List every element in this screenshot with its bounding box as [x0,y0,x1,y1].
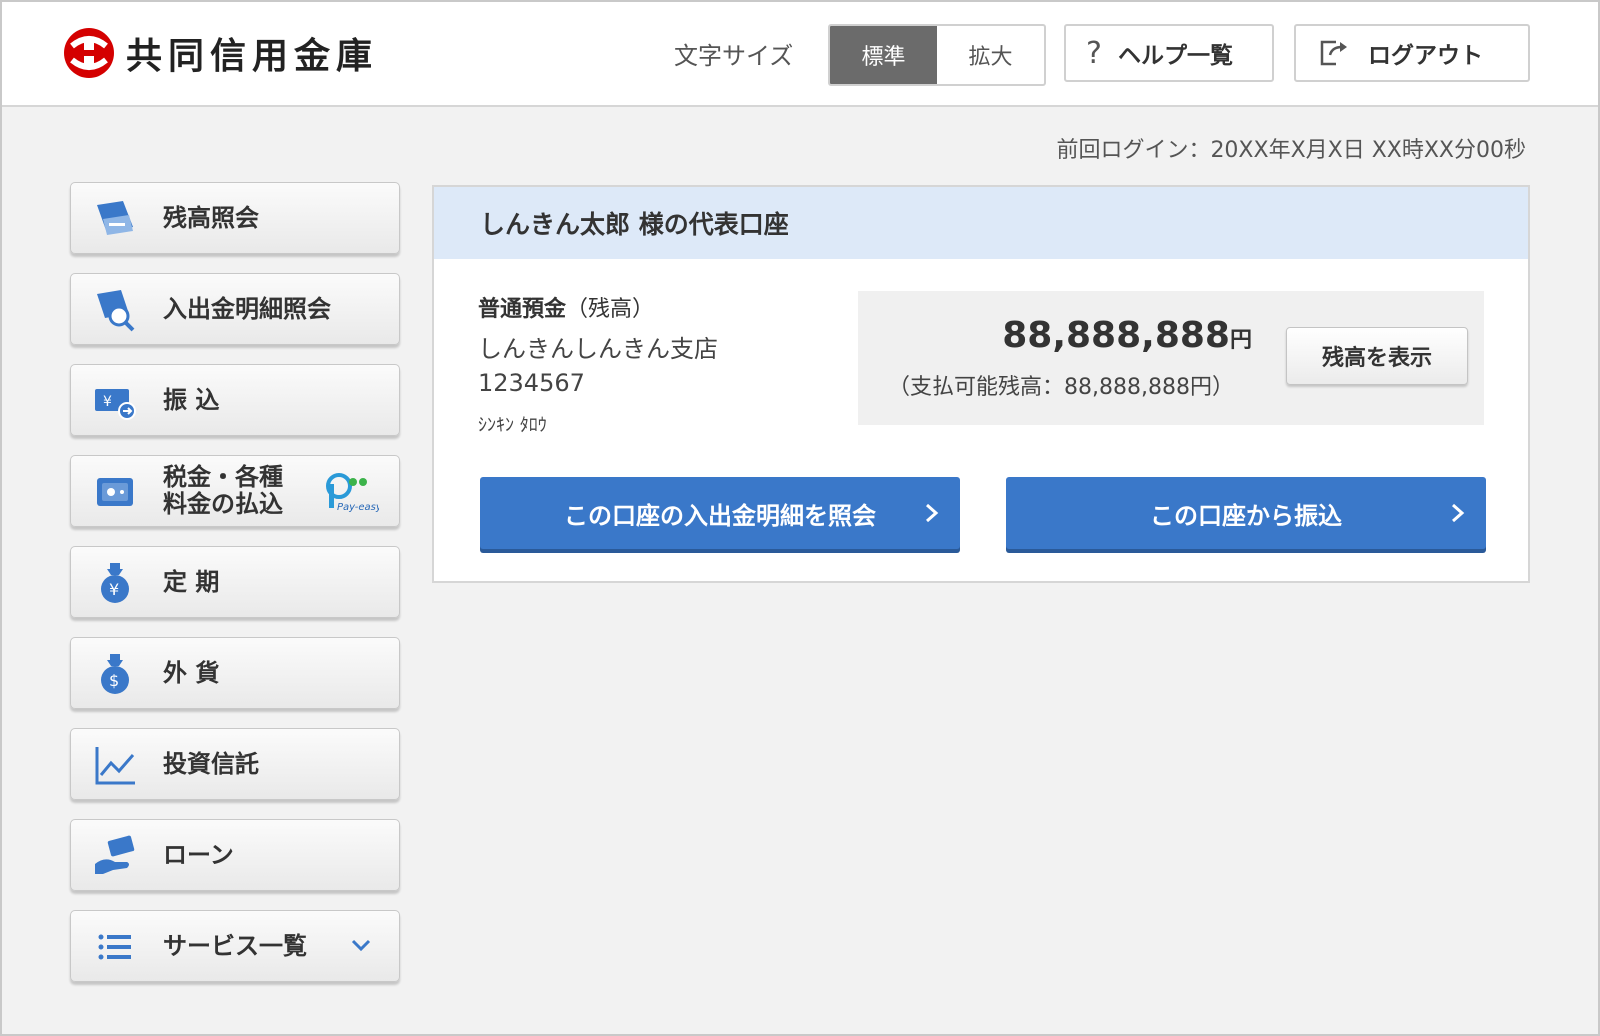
account-holder-kana: ｼﾝｷﾝ ﾀﾛｳ [478,415,547,436]
svg-text:$: $ [109,671,119,690]
svg-text:Pay-easy: Pay-easy [337,502,379,513]
sidebar-item-loan[interactable]: ローン [70,819,400,891]
show-balance-button[interactable]: 残高を表示 [1286,327,1468,385]
svg-text:¥: ¥ [103,394,112,410]
dollar-bag-icon: $ [101,654,129,694]
sidebar-item-label: サービス一覧 [163,931,307,960]
bank-logo-mark-icon [64,28,114,78]
question-icon: ? [1086,35,1102,71]
font-size-toggle: 標準 拡大 [828,24,1046,86]
sidebar-item-balance[interactable]: 残高照会 [70,182,400,254]
balance-value: 88,888,888 [1002,315,1230,356]
view-statement-button[interactable]: この口座の入出金明細を照会 [480,477,960,549]
sidebar-item-label: 振 込 [163,385,220,414]
help-label: ヘルプ一覧 [1117,43,1233,69]
account-type-label: 普通預金 [478,297,567,322]
account-panel: しんきん太郎 様の代表口座 普通預金（残高） しんきんしんきん支店 123456… [432,185,1530,583]
balance-currency: 円 [1229,328,1252,353]
sidebar-item-service-list[interactable]: サービス一覧 [70,910,400,982]
sidebar-item-label: 税金・各種 料金の払込 [163,463,283,518]
account-panel-title: しんきん太郎 様の代表口座 [434,187,1528,259]
font-size-label: 文字サイズ [674,42,794,70]
pay-easy-logo-icon: Pay-easy [326,473,379,513]
sidebar-item-label: 投資信託 [163,749,259,778]
font-size-large-button[interactable]: 拡大 [937,26,1044,84]
sidebar-item-transfer[interactable]: ¥ 振 込 [70,364,400,436]
logout-button[interactable]: ログアウト [1294,24,1530,82]
balance-box: 88,888,888円 （支払可能残高：88,888,888円） 残高を表示 [858,291,1484,425]
transfer-from-account-button[interactable]: この口座から振込 [1006,477,1486,549]
account-number: 1234567 [478,369,585,397]
last-login-text: 前回ログイン：20XX年X月X日 XX時XX分00秒 [1056,138,1526,163]
available-balance: （支払可能残高：88,888,888円） [888,375,1234,400]
sidebar-item-label: 残高照会 [163,203,259,232]
account-type: 普通預金（残高） [478,291,654,323]
bank-name: 共同信用金庫 [126,35,379,77]
statement-search-icon [97,290,135,332]
svg-text:¥: ¥ [109,580,119,599]
sidebar-item-label: ローン [163,840,234,869]
sidebar-item-label: 入出金明細照会 [163,294,331,323]
logout-label: ログアウト [1368,43,1483,69]
sidebar-menu: 残高照会 入出金明細照会 ¥ 振 込 税金・各種 料金の払込 Pay-easy … [70,182,400,1001]
balance-card-icon [97,201,133,235]
chevron-right-icon [926,503,939,523]
logout-icon [1318,38,1352,68]
loan-hand-icon [95,835,135,874]
sidebar-item-time-deposit[interactable]: ¥ 定 期 [70,546,400,618]
account-type-note: （残高） [566,297,655,322]
list-icon [98,934,131,960]
app-frame: 共同信用金庫 文字サイズ 標準 拡大 ? ヘルプ一覧 ログアウト 前回ログイン：… [0,0,1600,1036]
chevron-down-icon [351,939,371,952]
yen-bag-icon: ¥ [101,563,129,603]
transfer-from-account-label: この口座から振込 [1150,501,1342,530]
chevron-right-icon [1452,503,1465,523]
transfer-icon: ¥ [95,389,136,420]
header: 共同信用金庫 文字サイズ 標準 拡大 ? ヘルプ一覧 ログアウト [2,2,1598,107]
sidebar-item-statement[interactable]: 入出金明細照会 [70,273,400,345]
sidebar-item-foreign-currency[interactable]: $ 外 貨 [70,637,400,709]
balance-amount: 88,888,888円 [1002,315,1252,356]
help-button[interactable]: ? ヘルプ一覧 [1064,24,1274,82]
font-size-standard-button[interactable]: 標準 [830,26,937,84]
sidebar-item-tax-payment[interactable]: 税金・各種 料金の払込 Pay-easy [70,455,400,527]
sidebar-item-label: 定 期 [163,567,220,596]
bank-logo[interactable]: 共同信用金庫 [62,26,378,80]
sidebar-item-label: 外 貨 [163,658,220,687]
view-statement-label: この口座の入出金明細を照会 [564,501,876,530]
sidebar-item-investment-trust[interactable]: 投資信託 [70,728,400,800]
safe-icon [97,478,133,506]
line-chart-icon [95,747,135,785]
account-branch: しんきんしんきん支店 [478,335,718,363]
